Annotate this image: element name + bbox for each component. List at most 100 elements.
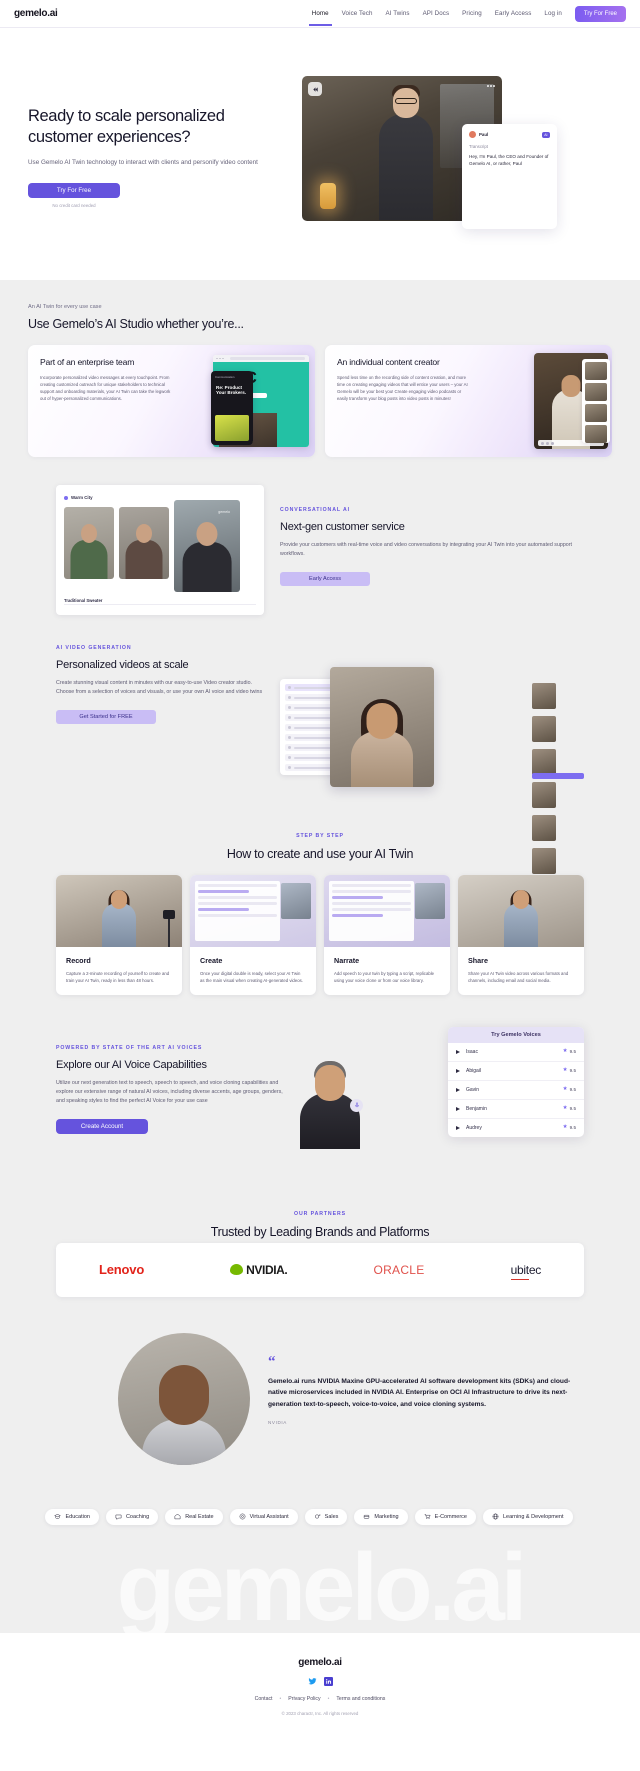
nav-link-voice-tech[interactable]: Voice Tech xyxy=(342,2,373,26)
voice-name: Gavin xyxy=(466,1086,480,1093)
use-case-card-enterprise[interactable]: Part of an enterprise team Incorporate p… xyxy=(28,345,315,457)
video-generation-section: AI VIDEO GENERATION Personalized videos … xyxy=(28,637,612,874)
voice-score: ★ 9.5 xyxy=(563,1106,576,1112)
more-options-icon[interactable] xyxy=(487,85,495,87)
presenter-glasses xyxy=(395,97,417,104)
figure-head xyxy=(136,524,152,543)
cart-icon xyxy=(424,1514,431,1520)
footer-separator: • xyxy=(327,1695,330,1702)
hero-no-credit-card-note: No credit card needed xyxy=(52,203,96,209)
voice-name: Benjamin xyxy=(466,1105,487,1112)
voice-list-item[interactable]: Audrey ★ 9.5 xyxy=(448,1119,584,1137)
step-card-record: Record Capture a 2-minute recording of y… xyxy=(56,875,182,995)
voice-title: Explore our AI Voice Capabilities xyxy=(56,1058,207,1071)
chip-ecommerce[interactable]: E-Commerce xyxy=(414,1508,476,1525)
microphone-mute-icon[interactable] xyxy=(350,1098,363,1112)
create-account-button[interactable]: Create Account xyxy=(56,1118,148,1134)
avatar-variant[interactable] xyxy=(532,848,556,874)
presenter-head xyxy=(315,1064,345,1101)
avatar-variant[interactable] xyxy=(532,683,556,709)
chip-education[interactable]: Education xyxy=(45,1508,99,1525)
graduation-cap-icon xyxy=(54,1514,62,1520)
footer: gemelo.ai Contact • Privacy Policy • Ter… xyxy=(0,1632,640,1746)
step-body: Add speech to your twin by typing a scri… xyxy=(334,971,435,983)
nav-link-ai-twins[interactable]: AI Twins xyxy=(385,2,409,26)
nextgen-eyebrow: CONVERSATIONAL AI xyxy=(280,507,350,513)
voice-list-item[interactable]: Abigail ★ 9.5 xyxy=(448,1062,584,1081)
footer-brand[interactable]: gemelo.ai xyxy=(0,1657,640,1668)
step-image xyxy=(190,875,316,947)
play-icon[interactable] xyxy=(456,1125,460,1130)
chip-virtual-assistant[interactable]: Virtual Assistant xyxy=(229,1508,298,1525)
early-access-button[interactable]: Early Access xyxy=(280,571,370,586)
play-icon[interactable] xyxy=(456,1106,460,1111)
play-icon[interactable] xyxy=(456,1049,460,1054)
preview-overlay xyxy=(281,883,311,919)
avatar-variant[interactable] xyxy=(532,749,556,775)
globe-icon xyxy=(492,1514,499,1520)
star-icon: ★ xyxy=(562,1086,568,1093)
rewind-icon[interactable] xyxy=(308,82,322,96)
figure-head xyxy=(513,890,529,909)
nextgen-copy: CONVERSATIONAL AI Next-gen customer serv… xyxy=(280,485,584,586)
gallery-label-text: Warm City xyxy=(71,495,93,500)
figure-head xyxy=(111,890,127,909)
footer-link-terms[interactable]: Terms and conditions xyxy=(336,1696,385,1702)
figure-head xyxy=(81,524,97,543)
figure-body xyxy=(102,903,136,947)
use-case-title: Use Gemelo’s AI Studio whether you’re... xyxy=(28,317,244,331)
get-started-free-button[interactable]: Get Started for FREE xyxy=(56,709,156,724)
studio-cta-button[interactable] xyxy=(532,773,584,779)
chip-marketing[interactable]: Marketing xyxy=(354,1508,408,1525)
chip-learning-development[interactable]: Learning & Development xyxy=(482,1508,573,1525)
step-copy: Create Once your digital double is ready… xyxy=(190,947,316,985)
step-card-create: Create Once your digital double is ready… xyxy=(190,875,316,995)
avatar-variant[interactable] xyxy=(532,815,556,841)
avatar xyxy=(469,131,476,138)
nav-link-api-docs[interactable]: API Docs xyxy=(423,2,450,26)
voice-list-item[interactable]: Isaac ★ 9.5 xyxy=(448,1043,584,1062)
big-wordmark: gemelo.ai xyxy=(116,1540,528,1633)
nav-link-login[interactable]: Log in xyxy=(544,2,561,26)
voice-name: Isaac xyxy=(466,1048,478,1055)
hero-try-for-free-button[interactable]: Try For Free xyxy=(28,183,120,199)
play-icon[interactable] xyxy=(456,1068,460,1073)
gallery-cell-selected[interactable]: gemelo xyxy=(174,500,240,592)
step-card-share: Share Share your AI Twin video across va… xyxy=(458,875,584,995)
chip-label: Sales xyxy=(324,1513,339,1520)
chip-sales[interactable]: Sales xyxy=(304,1508,348,1525)
nav-link-pricing[interactable]: Pricing xyxy=(462,2,482,26)
linkedin-icon[interactable] xyxy=(323,1676,333,1686)
generated-video-preview xyxy=(330,667,434,787)
nav-try-for-free-button[interactable]: Try For Free xyxy=(574,5,626,22)
voice-list-item[interactable]: Benjamin ★ 9.5 xyxy=(448,1100,584,1119)
nav-link-early-access[interactable]: Early Access xyxy=(495,2,532,26)
avatar-variant[interactable] xyxy=(532,716,556,742)
camera-icon xyxy=(163,910,175,919)
footer-link-contact[interactable]: Contact xyxy=(255,1696,273,1702)
chip-real-estate[interactable]: Real Estate xyxy=(165,1508,223,1525)
figure-body xyxy=(125,540,163,579)
voice-score-value: 9.5 xyxy=(569,1106,576,1112)
voice-list-item[interactable]: Gavin ★ 9.5 xyxy=(448,1081,584,1100)
step-card-narrate: Narrate Add speech to your twin by typin… xyxy=(324,875,450,995)
twitter-icon[interactable] xyxy=(308,1677,317,1686)
voice-score-value: 9.5 xyxy=(569,1125,576,1131)
brand-logo[interactable]: gemelo.ai xyxy=(14,8,58,19)
try-voices-panel: Try Gemelo Voices Isaac ★ 9.5 Abigail ★ … xyxy=(448,1026,584,1137)
thumbnail-rail xyxy=(582,359,610,443)
gallery-cell[interactable] xyxy=(119,507,169,579)
nav-link-home[interactable]: Home xyxy=(308,2,332,26)
footer-link-privacy-policy[interactable]: Privacy Policy xyxy=(288,1696,320,1702)
transcript-card: Paul AI Transcript Hey, I'm Paul, the CE… xyxy=(462,124,557,229)
use-case-card-creator[interactable]: An individual content creator Spend less… xyxy=(325,345,612,457)
chip-label: Learning & Development xyxy=(502,1513,564,1520)
avatar-variant[interactable] xyxy=(532,782,556,808)
chip-coaching[interactable]: Coaching xyxy=(105,1508,159,1525)
gallery-cell[interactable] xyxy=(64,507,114,579)
avatar-body xyxy=(351,731,413,787)
play-icon[interactable] xyxy=(456,1087,460,1092)
gallery-grid: gemelo xyxy=(64,500,256,592)
big-wordmark-band: gemelo.ai xyxy=(28,1540,612,1633)
voice-score: ★ 9.5 xyxy=(563,1068,576,1074)
